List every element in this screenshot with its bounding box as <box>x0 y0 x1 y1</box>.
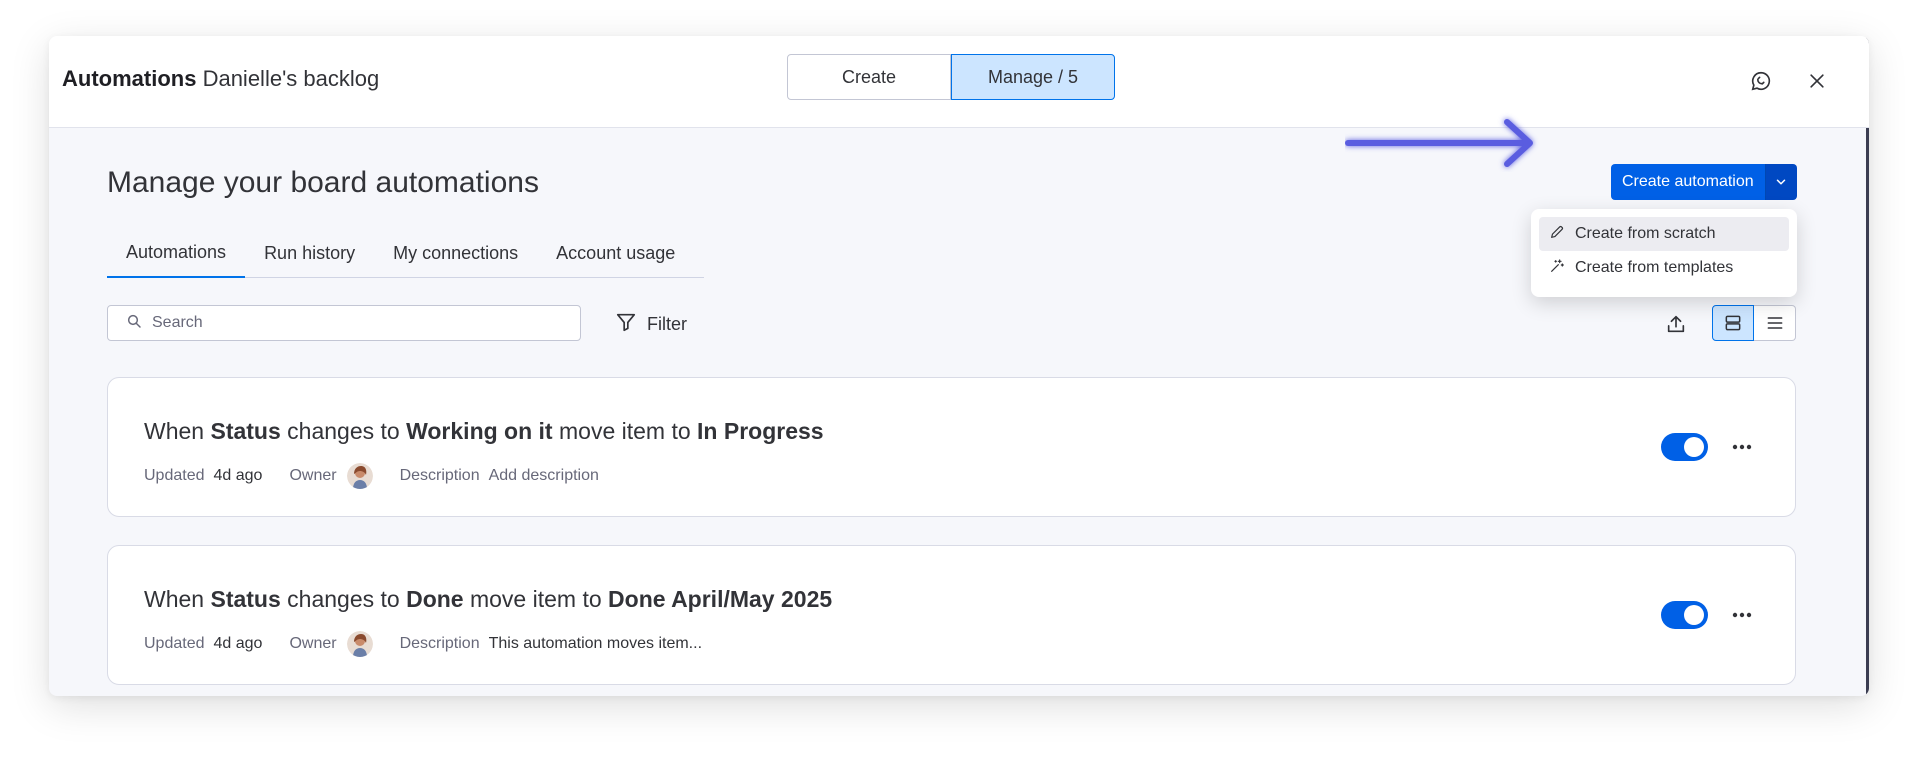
tab-manage[interactable]: Manage / 5 <box>951 54 1115 100</box>
modal-title: Automations Danielle's backlog <box>62 65 379 93</box>
card-view-icon[interactable] <box>1712 305 1754 341</box>
chevron-down-icon[interactable] <box>1765 164 1797 200</box>
modal-edge <box>1866 36 1869 696</box>
menu-item-create-from-scratch[interactable]: Create from scratch <box>1539 217 1789 251</box>
menu-item-label: Create from scratch <box>1575 225 1716 242</box>
magic-wand-icon <box>1549 258 1565 279</box>
search-icon <box>126 313 142 334</box>
toggle-knob <box>1684 605 1704 625</box>
automations-modal: Automations Danielle's backlog Create Ma… <box>49 36 1869 696</box>
sentence-text: When <box>144 418 211 444</box>
app-title: Automations <box>62 66 197 91</box>
owner-label: Owner <box>289 467 337 484</box>
filter-button[interactable]: Filter <box>615 306 687 342</box>
menu-item-create-from-templates[interactable]: Create from templates <box>1539 251 1789 285</box>
avatar[interactable] <box>346 631 373 657</box>
create-menu: Create from scratch Create from template… <box>1531 209 1797 297</box>
annotation-arrow-icon <box>1345 119 1533 167</box>
more-options-icon[interactable] <box>1725 598 1759 632</box>
search-input[interactable] <box>152 314 552 332</box>
close-icon[interactable] <box>1800 64 1834 98</box>
section-tabs: Automations Run history My connections A… <box>107 228 704 278</box>
list-view-icon[interactable] <box>1754 305 1796 341</box>
updated-label: Updated <box>144 635 205 652</box>
avatar[interactable] <box>346 463 373 489</box>
automation-card[interactable]: When Status changes to Done move item to… <box>107 545 1796 685</box>
description-label: Description <box>399 467 480 484</box>
automation-meta: Updated 4d ago Owner Description Add des… <box>144 463 599 489</box>
feedback-icon[interactable] <box>1744 64 1778 98</box>
updated-label: Updated <box>144 467 205 484</box>
updated-value: 4d ago <box>213 635 263 652</box>
toggle-knob <box>1684 437 1704 457</box>
stage: Automations Danielle's backlog Create Ma… <box>0 0 1920 761</box>
add-description-link[interactable]: Add description <box>489 467 599 485</box>
updated-value: 4d ago <box>213 467 263 484</box>
sentence-column: Status <box>210 586 281 612</box>
modal-header: Automations Danielle's backlog Create Ma… <box>49 36 1869 128</box>
automation-toggle[interactable] <box>1661 433 1708 461</box>
tab-automations[interactable]: Automations <box>107 228 246 278</box>
filter-icon <box>615 311 637 338</box>
sentence-column: Status <box>210 418 281 444</box>
mode-switcher: Create Manage / 5 <box>787 54 1115 100</box>
sentence-text: When <box>144 586 211 612</box>
description-value[interactable]: This automation moves item... <box>489 635 702 653</box>
sentence-text: move item to <box>552 418 698 444</box>
sentence-text: move item to <box>463 586 609 612</box>
create-automation-split-button: Create automation <box>1611 164 1797 200</box>
filter-label: Filter <box>647 313 687 334</box>
search-box <box>107 305 581 341</box>
pencil-icon <box>1549 224 1565 245</box>
board-name: Danielle's backlog <box>202 66 380 91</box>
owner-label: Owner <box>289 635 337 652</box>
view-toggle <box>1712 305 1796 341</box>
menu-item-label: Create from templates <box>1575 259 1734 276</box>
tab-account-usage[interactable]: Account usage <box>537 228 694 278</box>
page-title: Manage your board automations <box>107 166 539 199</box>
tab-run-history[interactable]: Run history <box>245 228 374 278</box>
sentence-text: changes to <box>280 418 407 444</box>
sentence-value: Working on it <box>406 418 553 444</box>
automation-sentence: When Status changes to Done move item to… <box>144 584 832 614</box>
more-options-icon[interactable] <box>1725 430 1759 464</box>
tab-create[interactable]: Create <box>787 54 951 100</box>
automation-sentence: When Status changes to Working on it mov… <box>144 416 824 446</box>
export-icon[interactable] <box>1660 308 1692 340</box>
description-label: Description <box>399 635 480 652</box>
sentence-value: Done <box>406 586 464 612</box>
create-automation-button[interactable]: Create automation <box>1611 164 1766 200</box>
automation-card[interactable]: When Status changes to Working on it mov… <box>107 377 1796 517</box>
automation-toggle[interactable] <box>1661 601 1708 629</box>
sentence-target: Done April/May 2025 <box>608 586 833 612</box>
sentence-target: In Progress <box>697 418 824 444</box>
automation-meta: Updated 4d ago Owner Description This au… <box>144 631 702 657</box>
sentence-text: changes to <box>280 586 407 612</box>
tab-my-connections[interactable]: My connections <box>374 228 537 278</box>
